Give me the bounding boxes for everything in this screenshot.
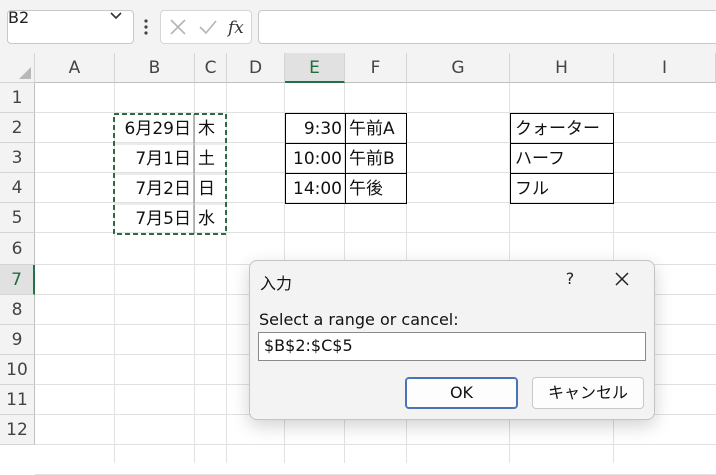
column-header-I[interactable]: I: [614, 53, 716, 83]
cell-H2[interactable]: クォーター: [515, 114, 612, 144]
close-icon[interactable]: [614, 271, 630, 287]
row-header-10[interactable]: 10: [0, 355, 35, 385]
cell-H4[interactable]: フル: [515, 174, 612, 204]
copy-marquee: [113, 113, 227, 235]
chevron-down-icon[interactable]: [110, 11, 122, 21]
column-header-F[interactable]: F: [345, 53, 407, 83]
cancel-button[interactable]: キャンセル: [532, 377, 644, 409]
row-header-9[interactable]: 9: [0, 325, 35, 355]
column-header-G[interactable]: G: [407, 53, 510, 83]
cancel-x-icon[interactable]: [169, 18, 187, 36]
ok-button[interactable]: OK: [405, 377, 518, 409]
formula-input[interactable]: [258, 10, 716, 44]
cell-H3[interactable]: ハーフ: [515, 144, 612, 174]
column-header-B[interactable]: B: [115, 53, 195, 83]
column-header-H[interactable]: H: [510, 53, 614, 83]
enter-check-icon[interactable]: [198, 18, 218, 36]
row-header-7[interactable]: 7: [0, 265, 35, 295]
svg-text:fx: fx: [227, 18, 244, 38]
row-header-11[interactable]: 11: [0, 385, 35, 415]
row-header-6[interactable]: 6: [0, 233, 35, 265]
insert-function-icon[interactable]: fx: [227, 16, 247, 38]
time-table-divider: [345, 113, 346, 204]
range-input[interactable]: $B$2:$C$5: [258, 332, 646, 361]
row-header-2[interactable]: 2: [0, 113, 35, 143]
cell-E2[interactable]: 9:30: [287, 114, 342, 144]
help-button[interactable]: ?: [560, 269, 580, 288]
formula-buttons: fx: [160, 10, 252, 44]
cell-F3[interactable]: 午前B: [349, 144, 405, 174]
dialog-prompt: Select a range or cancel:: [259, 310, 459, 329]
row-header-4[interactable]: 4: [0, 173, 35, 203]
cell-F4[interactable]: 午後: [349, 174, 405, 204]
column-header-D[interactable]: D: [227, 53, 285, 83]
cell-E4[interactable]: 14:00: [287, 174, 342, 204]
select-all-corner[interactable]: [0, 53, 35, 83]
cell-F2[interactable]: 午前A: [349, 114, 405, 144]
row-header-5[interactable]: 5: [0, 203, 35, 233]
row-header-8[interactable]: 8: [0, 295, 35, 325]
input-dialog: 入力 ? Select a range or cancel: $B$2:$C$5…: [249, 260, 655, 420]
select-all-triangle-icon: [19, 67, 31, 79]
row-header-3[interactable]: 3: [0, 143, 35, 173]
row-header-1[interactable]: 1: [0, 83, 35, 113]
more-options-icon[interactable]: [144, 18, 148, 36]
column-header-E[interactable]: E: [285, 53, 345, 83]
dialog-title: 入力: [260, 274, 293, 293]
name-box-value: B2: [8, 8, 30, 27]
column-header-C[interactable]: C: [195, 53, 227, 83]
row-header-12[interactable]: 12: [0, 415, 35, 445]
column-header-A[interactable]: A: [35, 53, 115, 83]
cell-E3[interactable]: 10:00: [287, 144, 342, 174]
